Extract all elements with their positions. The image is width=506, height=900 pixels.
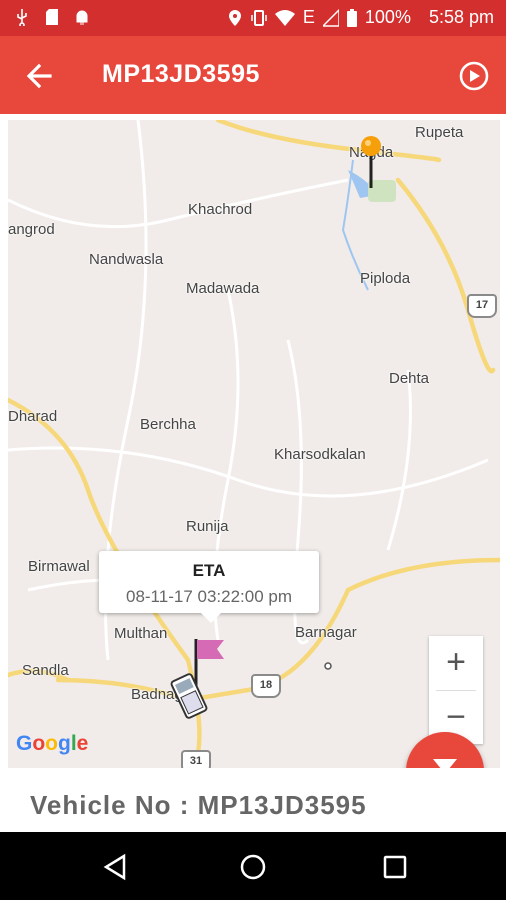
map-label: Rupeta bbox=[415, 124, 464, 141]
map-label: Birmawal bbox=[28, 558, 90, 575]
truck-icon[interactable] bbox=[168, 670, 210, 722]
minor-road bbox=[8, 178, 349, 229]
map-roads bbox=[8, 120, 500, 768]
home-nav-icon[interactable] bbox=[238, 852, 268, 882]
wifi-icon bbox=[274, 9, 295, 26]
minor-road bbox=[386, 369, 412, 551]
vehicle-info-panel: Vehicle No : MP13JD3595 bbox=[0, 768, 506, 832]
road-shield: 17 bbox=[467, 294, 497, 318]
zoom-controls: + − bbox=[429, 636, 483, 744]
start-pin-icon[interactable] bbox=[359, 134, 383, 194]
google-logo: Google bbox=[16, 732, 89, 755]
eta-time: 08-11-17 03:22:00 pm bbox=[125, 587, 293, 606]
arrow-left-icon[interactable] bbox=[22, 58, 58, 94]
eta-title: ETA bbox=[192, 561, 226, 580]
zoom-in-button[interactable]: + bbox=[429, 636, 483, 690]
map-label: Runija bbox=[186, 518, 229, 535]
map-label: Kharsodkalan bbox=[274, 446, 366, 463]
map-label: Sandla bbox=[22, 662, 69, 679]
map-label: Barnagar bbox=[295, 624, 357, 641]
map-label: Khachrod bbox=[188, 201, 253, 218]
back-nav-icon[interactable] bbox=[100, 852, 130, 882]
map-label: Berchha bbox=[140, 416, 196, 433]
eta-popup[interactable]: ETA 08-11-17 03:22:00 pm bbox=[99, 551, 319, 623]
usb-icon bbox=[17, 9, 27, 26]
major-road bbox=[215, 120, 442, 163]
status-right: E 100% 5:58 pm bbox=[227, 7, 494, 28]
android-icon bbox=[76, 10, 88, 25]
battery-percent: 100% bbox=[364, 7, 411, 27]
map-label: Multhan bbox=[114, 625, 168, 642]
network-type: E bbox=[302, 7, 315, 27]
location-icon bbox=[228, 9, 241, 26]
page-title: MP13JD3595 bbox=[102, 60, 260, 88]
map-label: Nandwasla bbox=[89, 251, 164, 268]
road-shield: 31 bbox=[181, 750, 211, 768]
status-left-icons bbox=[14, 8, 90, 26]
system-nav-bar bbox=[0, 832, 506, 900]
play-circle-icon[interactable] bbox=[458, 60, 490, 92]
signal-icon bbox=[322, 8, 339, 27]
map-label: Dehta bbox=[389, 370, 430, 387]
map-label: Piploda bbox=[360, 270, 411, 287]
town-dot bbox=[324, 662, 332, 670]
app-bar: MP13JD3595 bbox=[0, 36, 506, 114]
battery-icon bbox=[346, 8, 357, 27]
road-shield: 18 bbox=[251, 674, 281, 698]
status-bar: E 100% 5:58 pm bbox=[0, 0, 506, 36]
vibrate-icon bbox=[251, 9, 267, 26]
map-view[interactable]: Rupeta Nagda Khachrod angrod Nandwasla M… bbox=[8, 120, 500, 768]
major-road bbox=[395, 177, 496, 374]
status-time: 5:58 pm bbox=[428, 7, 494, 27]
map-label: Dharad bbox=[8, 408, 58, 425]
vehicle-number-label: Vehicle No : MP13JD3595 bbox=[30, 790, 367, 820]
map-label: angrod bbox=[8, 221, 55, 238]
sdcard-icon bbox=[46, 9, 58, 25]
recents-nav-icon[interactable] bbox=[380, 852, 410, 882]
map-label: Madawada bbox=[186, 280, 260, 297]
